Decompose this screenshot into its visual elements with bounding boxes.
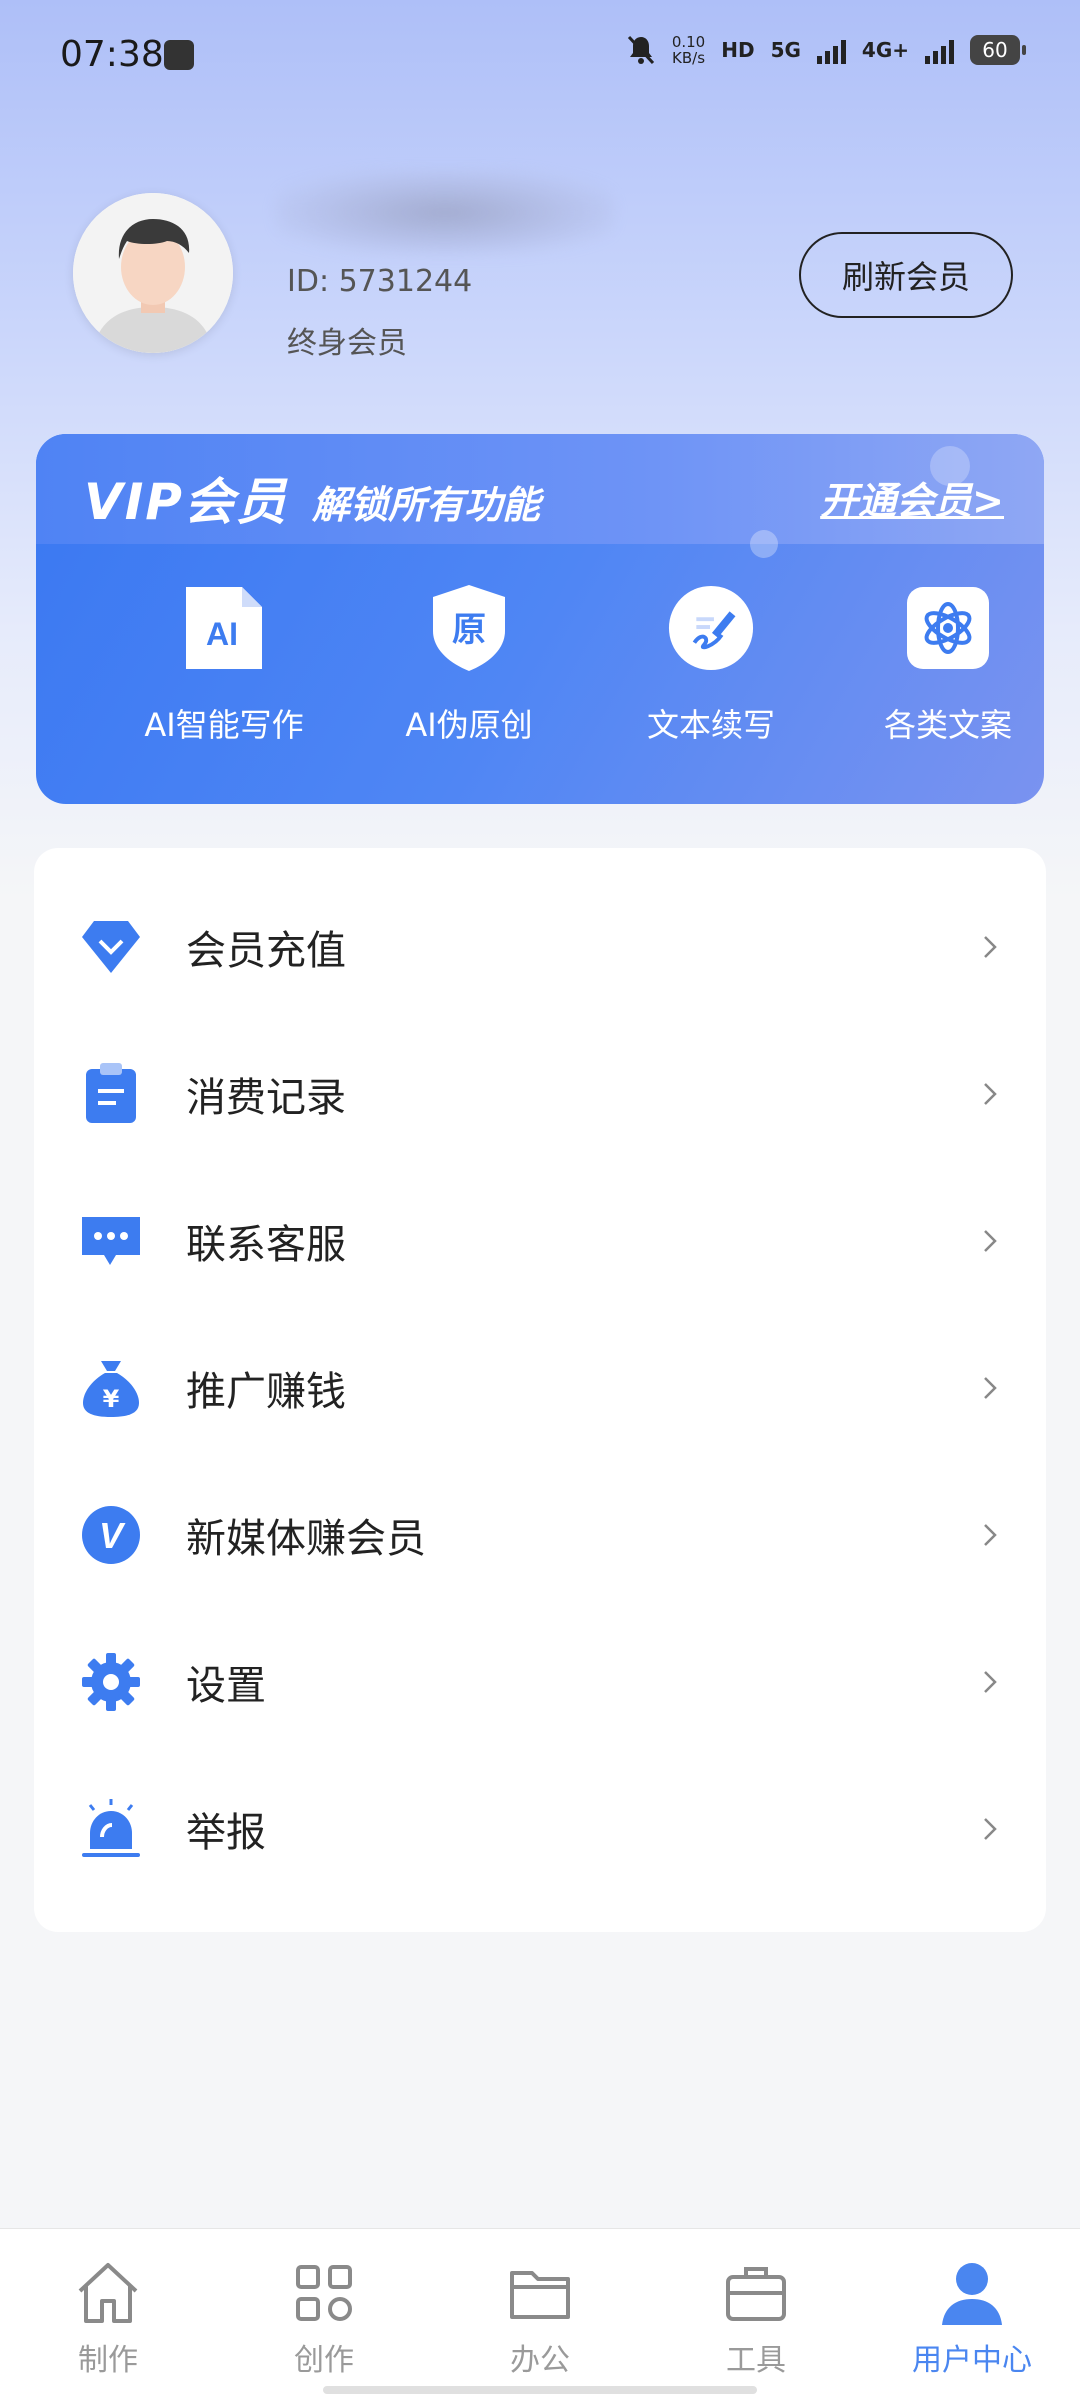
- ai-doc-icon: AI: [180, 584, 268, 672]
- menu-item-customer-service[interactable]: 联系客服: [34, 1167, 1046, 1314]
- clipboard-icon: [78, 1061, 144, 1127]
- chat-bubble-icon: [78, 1208, 144, 1274]
- diamond-icon: [78, 914, 144, 980]
- network-4g: 4G+: [861, 38, 909, 62]
- vip-feature-label: AI智能写作: [144, 706, 304, 744]
- ai-doc-glyph: AI: [206, 616, 238, 652]
- settings-menu: 会员充值 消费记录 联系客服 ¥ 推广赚钱 V 新媒体赚会员 设置 举报: [34, 848, 1046, 1932]
- user-id: ID: 5731244: [287, 264, 473, 299]
- v-circle-glyph: V: [99, 1515, 126, 1556]
- status-bar: 07:38 0.10 KB/s HD 5G 4G+ 60: [0, 0, 1080, 110]
- chevron-right-icon: [984, 1670, 997, 1693]
- decor-circle: [750, 530, 778, 558]
- signal-icon-2: [925, 36, 954, 64]
- tab-tools[interactable]: 工具: [676, 2257, 836, 2379]
- menu-item-label: 消费记录: [186, 1074, 346, 1121]
- chevron-right-icon: [984, 935, 997, 958]
- chevron-right-icon: [984, 1229, 997, 1252]
- chevron-right-icon: [984, 1082, 997, 1105]
- atom-icon: [904, 584, 992, 672]
- vip-features: AI AI智能写作 原 AI伪原创 文本续写 各类文案: [36, 584, 1044, 784]
- network-5g: 5G: [770, 38, 801, 62]
- bottom-nav: 制作 创作 办公 工具 用户中心: [0, 2228, 1080, 2401]
- refresh-membership-button[interactable]: 刷新会员: [799, 232, 1013, 318]
- battery-icon: 60: [970, 35, 1026, 65]
- vip-feature-copywriting[interactable]: 各类文案: [828, 584, 1044, 746]
- grid-icon: [296, 2265, 352, 2321]
- tab-make[interactable]: 制作: [28, 2257, 188, 2379]
- menu-item-label: 会员充值: [186, 927, 346, 974]
- speed-value: 0.10: [671, 33, 706, 51]
- alarm-light-icon: [78, 1796, 144, 1862]
- vip-subtitle: 解锁所有功能: [312, 483, 541, 527]
- menu-item-label: 新媒体赚会员: [186, 1515, 426, 1562]
- v-circle-icon: V: [78, 1502, 144, 1568]
- status-icons: 0.10 KB/s HD 5G 4G+ 60: [626, 34, 1026, 66]
- vip-title: VIP会员: [84, 473, 288, 531]
- vip-feature-text-continue[interactable]: 文本续写: [591, 584, 831, 746]
- tab-label: 用户中心: [912, 2343, 1032, 2378]
- menu-item-label: 设置: [186, 1662, 266, 1709]
- tab-label: 制作: [78, 2343, 138, 2378]
- folder-icon: [510, 2271, 570, 2319]
- user-icon: [942, 2263, 1002, 2325]
- vip-feature-label: 各类文案: [883, 706, 1012, 744]
- menu-item-report[interactable]: 举报: [34, 1755, 1046, 1902]
- mute-bell-icon: [627, 35, 654, 65]
- status-time: 07:38: [60, 34, 164, 75]
- tab-label: 创作: [294, 2343, 354, 2378]
- tab-create[interactable]: 创作: [244, 2257, 404, 2379]
- home-icon: [78, 2263, 138, 2323]
- speed-unit: KB/s: [672, 49, 706, 67]
- tab-user-center[interactable]: 用户中心: [892, 2257, 1052, 2379]
- tab-office[interactable]: 办公: [460, 2257, 620, 2379]
- chevron-right-icon: [984, 1376, 997, 1399]
- briefcase-icon: [726, 2267, 786, 2321]
- avatar-person-icon: [73, 193, 233, 353]
- tab-label: 工具: [726, 2343, 786, 2378]
- menu-item-label: 推广赚钱: [186, 1368, 346, 1415]
- menu-item-label: 举报: [186, 1809, 266, 1856]
- hd-badge: HD: [721, 38, 755, 62]
- vip-feature-label: 文本续写: [646, 706, 775, 744]
- vip-card[interactable]: VIP会员 解锁所有功能 开通会员> AI AI智能写作 原 AI伪原创 文本续…: [36, 434, 1044, 804]
- open-vip-link[interactable]: 开通会员>: [820, 470, 1004, 525]
- vip-feature-ai-rewrite[interactable]: 原 AI伪原创: [349, 584, 589, 746]
- avatar[interactable]: [73, 193, 233, 353]
- menu-item-new-media[interactable]: V 新媒体赚会员: [34, 1461, 1046, 1608]
- menu-item-promote-earn[interactable]: ¥ 推广赚钱: [34, 1314, 1046, 1461]
- menu-item-recharge[interactable]: 会员充值: [34, 873, 1046, 1020]
- original-badge-icon: 原: [425, 584, 513, 672]
- pen-write-icon: [667, 584, 755, 672]
- network-speed: 0.10 KB/s: [672, 34, 705, 66]
- screen-cast-icon: [164, 40, 194, 70]
- vip-feature-ai-writing[interactable]: AI AI智能写作: [104, 584, 344, 746]
- tab-label: 办公: [510, 2343, 570, 2378]
- menu-item-settings[interactable]: 设置: [34, 1608, 1046, 1755]
- money-bag-icon: ¥: [78, 1355, 144, 1421]
- signal-icon: [816, 36, 846, 64]
- vip-feature-label: AI伪原创: [405, 706, 533, 744]
- menu-item-consumption-records[interactable]: 消费记录: [34, 1020, 1046, 1167]
- gear-icon: [78, 1649, 144, 1715]
- chevron-right-icon: [984, 1523, 997, 1546]
- membership-type: 终身会员: [287, 326, 407, 361]
- chevron-right-icon: [984, 1817, 997, 1840]
- original-badge-glyph: 原: [452, 610, 486, 650]
- username-blurred: [275, 170, 615, 255]
- menu-item-label: 联系客服: [186, 1221, 346, 1268]
- money-bag-glyph: ¥: [103, 1385, 120, 1413]
- home-indicator[interactable]: [323, 2386, 757, 2394]
